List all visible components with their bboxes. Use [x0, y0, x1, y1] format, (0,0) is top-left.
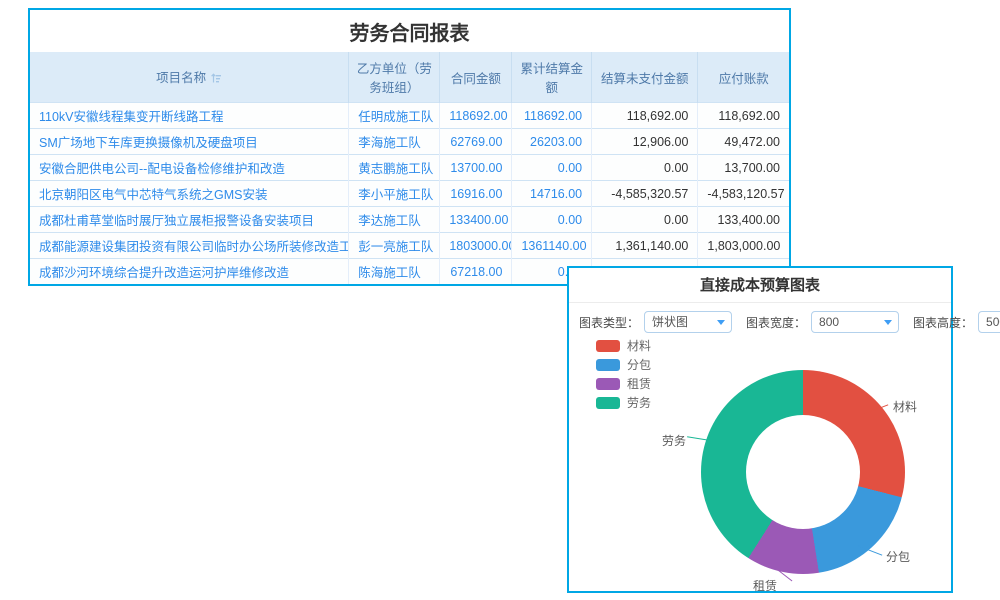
cell-project[interactable]: 110kV安徽线程集变开断线路工程 [30, 103, 349, 129]
column-header-unpaid-amount: 结算未支付金额 [592, 52, 698, 103]
chart-height-value: 500 [986, 315, 1000, 329]
callout-label-rental: 租赁 [753, 577, 777, 594]
direct-cost-chart-panel: 直接成本预算图表 图表类型： 饼状图 图表宽度： 800 图表高度： 500 [567, 266, 953, 593]
cell-settled: 26203.00 [512, 129, 592, 155]
chart-height-label: 图表高度： [913, 314, 973, 331]
chart-type-label: 图表类型： [579, 314, 639, 331]
cell-unpaid: 0.00 [592, 207, 698, 233]
cell-unit: 陈海施工队 [349, 259, 440, 285]
sort-icon[interactable] [210, 72, 222, 87]
report-header-row: 项目名称 乙方单位（劳务班组） 合同金额 累计结算金额 结算未支付金额 应付账款 [30, 52, 789, 103]
column-header-unit: 乙方单位（劳务班组） [349, 52, 440, 103]
legend-swatch [596, 378, 620, 390]
cell-contract: 13700.00 [440, 155, 512, 181]
column-header-contract-amount: 合同金额 [440, 52, 512, 103]
cell-settled: 14716.00 [512, 181, 592, 207]
cell-project[interactable]: 安徽合肥供电公司--配电设备检修维护和改造 [30, 155, 349, 181]
chart-width-select[interactable]: 800 [811, 311, 899, 333]
legend-swatch [596, 397, 620, 409]
cell-unit: 李海施工队 [349, 129, 440, 155]
chart-title: 直接成本预算图表 [569, 268, 951, 303]
cell-contract: 62769.00 [440, 129, 512, 155]
page: 劳务合同报表 项目名称 乙方单位（劳务班组） 合同金额 累计结算金额 结算未支付… [0, 0, 1000, 600]
donut-chart[interactable] [701, 370, 905, 574]
cell-unpaid: 0.00 [592, 155, 698, 181]
cell-contract: 118692.00 [440, 103, 512, 129]
chart-type-value: 饼状图 [652, 315, 688, 329]
cell-unit: 李小平施工队 [349, 181, 440, 207]
cell-project[interactable]: 成都杜甫草堂临时展厅独立展柜报警设备安装项目 [30, 207, 349, 233]
labor-contract-report-panel: 劳务合同报表 项目名称 乙方单位（劳务班组） 合同金额 累计结算金额 结算未支付… [28, 8, 791, 286]
chart-controls: 图表类型： 饼状图 图表宽度： 800 图表高度： 500 [569, 303, 951, 339]
cell-project[interactable]: 成都沙河环境综合提升改造运河护岸维修改造 [30, 259, 349, 285]
column-header-project-label: 项目名称 [156, 71, 206, 85]
table-row: 110kV安徽线程集变开断线路工程任明成施工队118692.00118692.0… [30, 103, 789, 129]
chevron-down-icon [884, 320, 892, 325]
legend-label: 分包 [627, 356, 651, 373]
legend-item[interactable]: 劳务 [596, 393, 651, 412]
cell-project[interactable]: 成都能源建设集团投资有限公司临时办公场所装修改造工程EPC [30, 233, 349, 259]
legend-swatch [596, 340, 620, 352]
cell-unit: 彭一亮施工队 [349, 233, 440, 259]
table-row: 成都杜甫草堂临时展厅独立展柜报警设备安装项目李达施工队133400.000.00… [30, 207, 789, 233]
column-header-project[interactable]: 项目名称 [30, 52, 349, 103]
report-table: 项目名称 乙方单位（劳务班组） 合同金额 累计结算金额 结算未支付金额 应付账款… [30, 52, 789, 284]
report-title: 劳务合同报表 [30, 10, 789, 52]
cell-contract: 16916.00 [440, 181, 512, 207]
legend-item[interactable]: 材料 [596, 336, 651, 355]
cell-settled: 1361140.00 [512, 233, 592, 259]
callout-label-labor: 劳务 [662, 432, 686, 449]
chart-width-label: 图表宽度： [746, 314, 806, 331]
chart-legend: 材料分包租赁劳务 [596, 336, 651, 412]
cell-unpaid: 118,692.00 [592, 103, 698, 129]
cell-payable: 13,700.00 [698, 155, 789, 181]
table-row: 安徽合肥供电公司--配电设备检修维护和改造黄志鹏施工队13700.000.000… [30, 155, 789, 181]
cell-project[interactable]: 北京朝阳区电气中芯特气系统之GMS安装 [30, 181, 349, 207]
legend-label: 劳务 [627, 394, 651, 411]
cell-unit: 任明成施工队 [349, 103, 440, 129]
callout-label-material: 材料 [893, 398, 917, 415]
column-header-payable: 应付账款 [698, 52, 789, 103]
cell-settled: 0.00 [512, 155, 592, 181]
cell-payable: 133,400.00 [698, 207, 789, 233]
cell-payable: 1,803,000.00 [698, 233, 789, 259]
column-header-settled-amount: 累计结算金额 [512, 52, 592, 103]
cell-unit: 李达施工队 [349, 207, 440, 233]
table-row: 北京朝阳区电气中芯特气系统之GMS安装李小平施工队16916.0014716.0… [30, 181, 789, 207]
chart-type-group: 图表类型： 饼状图 [579, 311, 732, 333]
cell-settled: 0.00 [512, 207, 592, 233]
table-row: SM广场地下车库更换摄像机及硬盘项目李海施工队62769.0026203.001… [30, 129, 789, 155]
chart-height-group: 图表高度： 500 [913, 311, 1000, 333]
chevron-down-icon [717, 320, 725, 325]
cell-settled: 118692.00 [512, 103, 592, 129]
cell-payable: -4,583,120.57 [698, 181, 789, 207]
legend-swatch [596, 359, 620, 371]
chart-width-value: 800 [819, 315, 839, 329]
legend-item[interactable]: 分包 [596, 355, 651, 374]
donut-hole [746, 415, 860, 529]
callout-label-subcontract: 分包 [886, 548, 910, 565]
cell-unpaid: 1,361,140.00 [592, 233, 698, 259]
table-row: 成都能源建设集团投资有限公司临时办公场所装修改造工程EPC彭一亮施工队18030… [30, 233, 789, 259]
cell-payable: 118,692.00 [698, 103, 789, 129]
cell-unpaid: -4,585,320.57 [592, 181, 698, 207]
cell-payable: 49,472.00 [698, 129, 789, 155]
cell-unpaid: 12,906.00 [592, 129, 698, 155]
cell-contract: 133400.00 [440, 207, 512, 233]
cell-project[interactable]: SM广场地下车库更换摄像机及硬盘项目 [30, 129, 349, 155]
chart-width-group: 图表宽度： 800 [746, 311, 899, 333]
legend-item[interactable]: 租赁 [596, 374, 651, 393]
legend-label: 租赁 [627, 375, 651, 392]
chart-type-select[interactable]: 饼状图 [644, 311, 732, 333]
cell-contract: 67218.00 [440, 259, 512, 285]
cell-contract: 1803000.00 [440, 233, 512, 259]
legend-label: 材料 [627, 337, 651, 354]
chart-height-select[interactable]: 500 [978, 311, 1000, 333]
cell-unit: 黄志鹏施工队 [349, 155, 440, 181]
